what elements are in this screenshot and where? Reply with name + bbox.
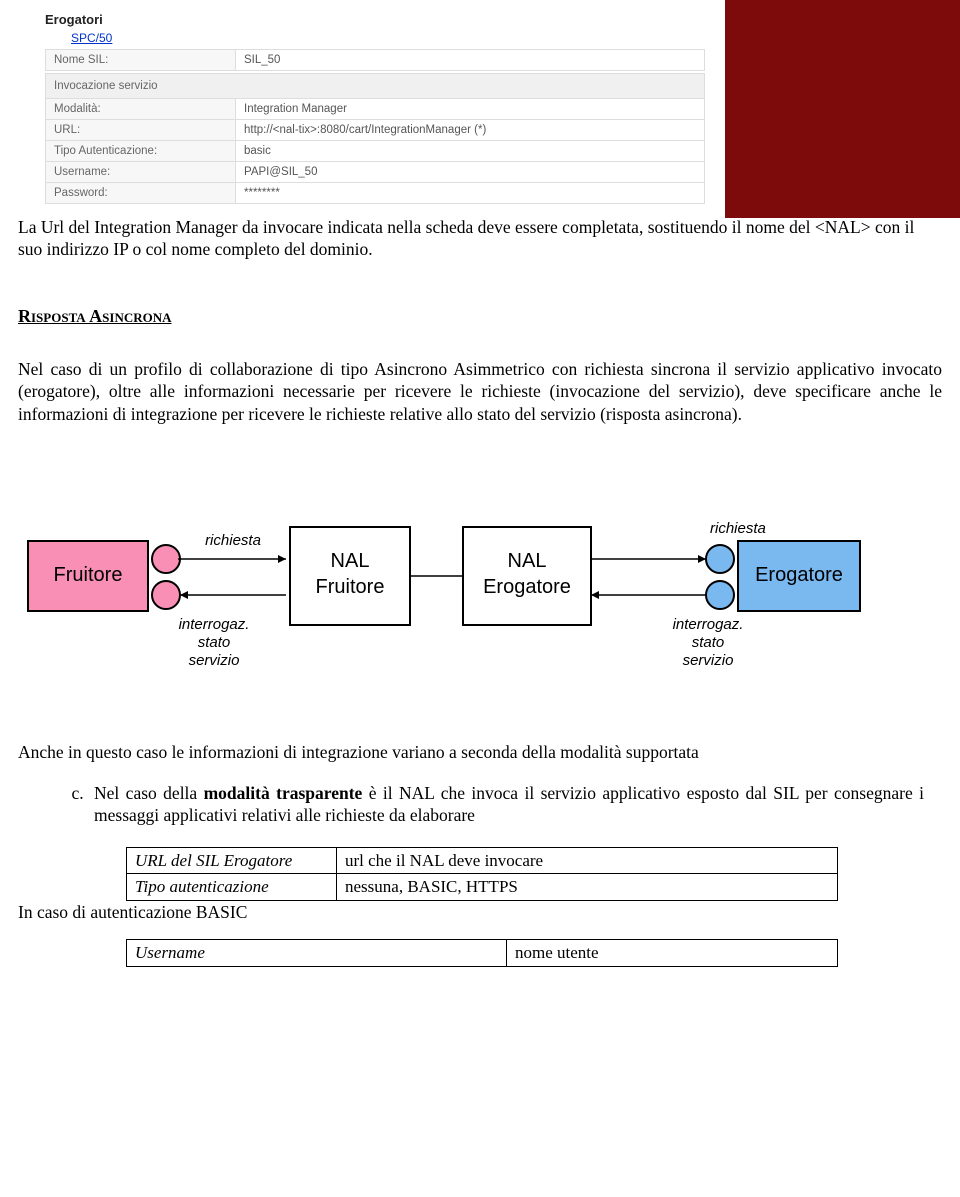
diagram-label-interrogaz-right-l1: interrogaz. [673, 616, 744, 633]
diagram-box-nal-fruitore-l2: Fruitore [316, 576, 385, 598]
user-row-k: Username [127, 940, 507, 967]
diagram-label-interrogaz-right-l3: servizio [683, 652, 734, 669]
architecture-diagram: Fruitore NAL Fruitore NAL Erogatore Erog… [18, 481, 868, 706]
diagram-box-nal-erogatore-l2: Erogatore [483, 576, 571, 598]
inner-table-url-auth: URL del SIL Erogatore url che il NAL dev… [126, 847, 838, 902]
cfg-label: Username: [46, 162, 236, 183]
diagram-box-erogatore: Erogatore [755, 564, 843, 586]
diagram-box-nal-erogatore-l1: NAL [508, 550, 547, 572]
paragraph-1: La Url del Integration Manager da invoca… [18, 216, 942, 261]
cfg-value: ******** [236, 183, 705, 204]
paragraph-2: Nel caso di un profilo di collaborazione… [18, 358, 942, 425]
erogatori-heading: Erogatori [45, 12, 705, 27]
diagram-box-nal-fruitore-l1: NAL [331, 550, 370, 572]
diagram-label-interrogaz-right-l2: stato [692, 634, 725, 651]
cfg-section: Invocazione servizio [46, 74, 705, 99]
inner-k: Tipo autenticazione [127, 874, 337, 901]
cfg-label: Modalità: [46, 99, 236, 120]
paragraph-3: Anche in questo caso le informazioni di … [18, 741, 942, 763]
inner-v: url che il NAL deve invocare [337, 847, 838, 874]
config-table-1: Nome SIL: SIL_50 [45, 49, 705, 71]
cfg-value: basic [236, 141, 705, 162]
diagram-box-fruitore: Fruitore [54, 564, 123, 586]
inner-k: URL del SIL Erogatore [127, 847, 337, 874]
cfg-label: Nome SIL: [46, 50, 236, 71]
diagram-label-interrogaz-left-l3: servizio [189, 652, 240, 669]
cfg-label: URL: [46, 120, 236, 141]
paragraph-4: In caso di autenticazione BASIC [18, 901, 942, 923]
diagram-label-richiesta-left: richiesta [205, 532, 261, 549]
cfg-value: http://<nal-tix>:8080/cart/IntegrationMa… [236, 120, 705, 141]
list-item-c: Nel caso della modalità trasparente è il… [88, 782, 924, 827]
config-screenshot: Erogatori SPC/50 Nome SIL: SIL_50 Invoca… [0, 0, 705, 204]
user-row-table: Username nome utente [126, 939, 838, 967]
diagram-label-richiesta-right: richiesta [710, 520, 766, 537]
cfg-label: Tipo Autenticazione: [46, 141, 236, 162]
config-table-2: Invocazione servizio Modalità: Integrati… [45, 73, 705, 204]
list-c-prefix: Nel caso della [94, 783, 204, 803]
diagram-label-interrogaz-left-l2: stato [198, 634, 231, 651]
cfg-value: PAPI@SIL_50 [236, 162, 705, 183]
spc-link[interactable]: SPC/50 [71, 31, 705, 45]
cfg-value: Integration Manager [236, 99, 705, 120]
decorative-red-block [725, 0, 960, 218]
section-heading-risposta: Risposta Asincrona [18, 305, 942, 328]
cfg-value: SIL_50 [236, 50, 705, 71]
inner-v: nessuna, BASIC, HTTPS [337, 874, 838, 901]
diagram-label-interrogaz-left-l1: interrogaz. [179, 616, 250, 633]
list-c-bold: modalità trasparente [204, 783, 363, 803]
user-row-v: nome utente [507, 940, 838, 967]
cfg-label: Password: [46, 183, 236, 204]
